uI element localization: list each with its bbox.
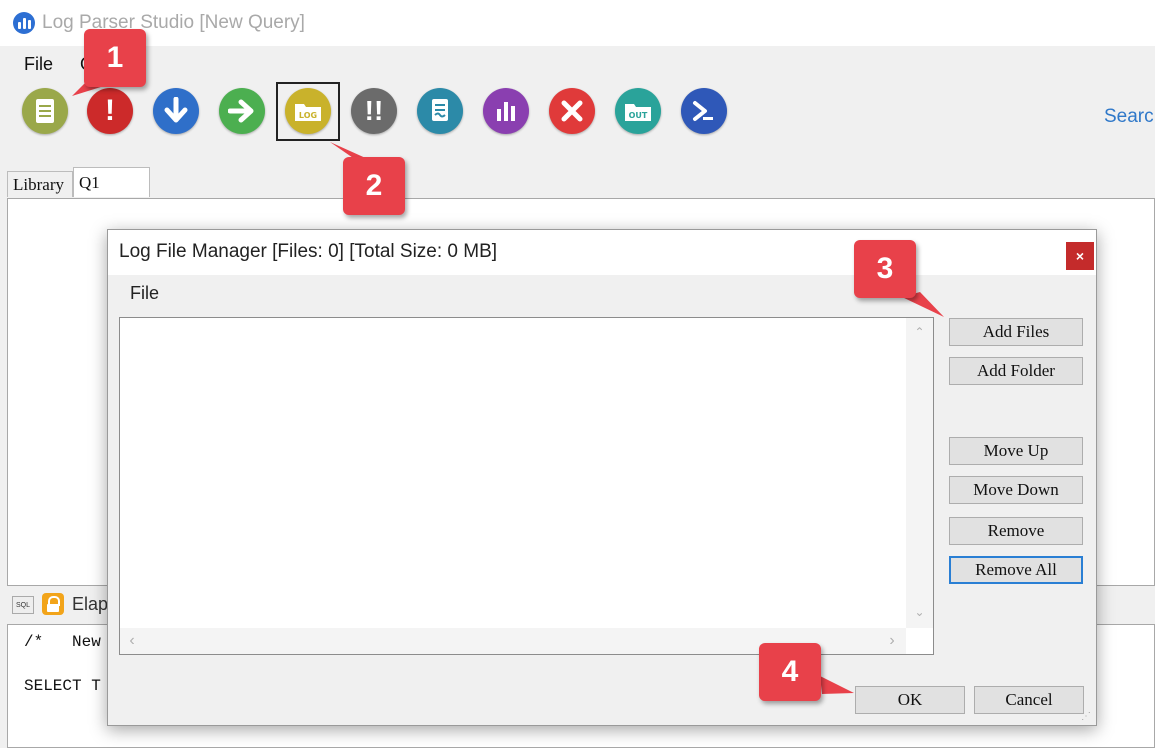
- callout-pointers: [72, 80, 944, 694]
- callout-1: 1: [84, 29, 146, 87]
- callout-4: 4: [759, 643, 821, 701]
- callout-4-pointer: [820, 676, 854, 694]
- callout-3: 3: [854, 240, 916, 298]
- callout-2: 2: [343, 157, 405, 215]
